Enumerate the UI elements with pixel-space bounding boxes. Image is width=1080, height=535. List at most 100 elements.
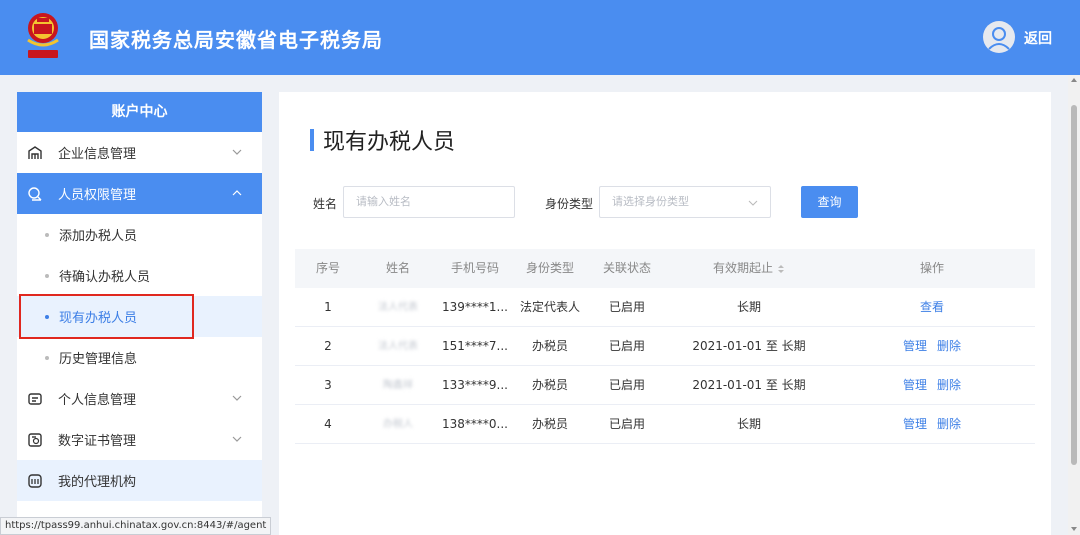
- cell-actions: 查看: [829, 288, 1035, 327]
- main-panel: 现有办税人员 姓名 请输入姓名 身份类型 请选择身份类型 查询 序号 姓名 手机…: [279, 92, 1051, 535]
- cell-index: 4: [324, 417, 332, 431]
- avatar-icon: [988, 27, 1010, 50]
- page-scrollbar[interactable]: [1068, 75, 1080, 535]
- delete-link[interactable]: 删除: [937, 339, 961, 353]
- cell-name: 陶鑫祥: [383, 380, 413, 391]
- building-icon: [26, 144, 44, 162]
- staff-table: 序号 姓名 手机号码 身份类型 关联状态 有效期起止 操作 1 法人代表 139…: [295, 249, 1035, 444]
- top-header: 国家税务总局安徽省电子税务局 返回: [0, 0, 1080, 75]
- view-link[interactable]: 查看: [920, 300, 944, 314]
- manage-link[interactable]: 管理: [903, 339, 927, 353]
- scroll-down-arrow-icon[interactable]: [1071, 527, 1077, 531]
- header-status: 关联状态: [602, 261, 651, 275]
- bullet-dot: [45, 355, 49, 360]
- cell-actions: 管理 删除: [829, 405, 1035, 444]
- menu-label: 我的代理机构: [58, 475, 137, 490]
- menu-enterprise-info[interactable]: 企业信息管理: [17, 132, 262, 173]
- header-identity: 身份类型: [525, 261, 574, 275]
- query-button[interactable]: 查询: [801, 186, 858, 218]
- manage-link[interactable]: 管理: [903, 378, 927, 392]
- menu-label: 人员权限管理: [58, 188, 137, 203]
- header-name: 姓名: [385, 261, 410, 275]
- highlight-box: [19, 294, 194, 339]
- menu-digital-cert[interactable]: 数字证书管理: [17, 419, 262, 460]
- cell-phone: 151****7...: [442, 339, 508, 353]
- delete-link[interactable]: 删除: [937, 417, 961, 431]
- submenu-history[interactable]: 历史管理信息: [17, 337, 262, 378]
- chevron-down-icon: [748, 200, 758, 206]
- manage-link[interactable]: 管理: [903, 417, 927, 431]
- submenu-label: 添加办税人员: [59, 229, 138, 244]
- cell-phone: 139****1...: [442, 300, 508, 314]
- submenu-pending-staff[interactable]: 待确认办税人员: [17, 255, 262, 296]
- menu-label: 个人信息管理: [58, 393, 137, 408]
- status-bar-url: https://tpass99.anhui.chinatax.gov.cn:84…: [0, 517, 272, 535]
- back-link[interactable]: 返回: [1024, 28, 1052, 48]
- cell-status: 已启用: [608, 339, 645, 353]
- cell-status: 已启用: [608, 300, 645, 314]
- cell-name: 法人代表: [378, 302, 418, 313]
- cell-identity: 法定代表人: [519, 300, 580, 314]
- cell-phone: 133****9...: [442, 378, 508, 392]
- chevron-down-icon: [232, 436, 242, 442]
- cell-index: 2: [324, 339, 332, 353]
- submenu-label: 待确认办税人员: [59, 270, 151, 285]
- identity-select[interactable]: 请选择身份类型: [599, 186, 771, 218]
- menu-staff-permissions[interactable]: 人员权限管理: [17, 173, 262, 214]
- header-validity[interactable]: 有效期起止: [669, 249, 829, 288]
- header-validity-label: 有效期起止: [712, 261, 773, 275]
- page-title: 现有办税人员: [310, 126, 456, 155]
- sidebar-title: 账户中心: [17, 92, 262, 132]
- cell-name: 办税人: [383, 419, 413, 430]
- cell-validity: 长期: [736, 300, 761, 314]
- bullet-dot: [45, 273, 49, 278]
- header-actions: 操作: [919, 261, 944, 275]
- cell-status: 已启用: [608, 417, 645, 431]
- cell-identity: 办税员: [531, 378, 568, 392]
- submenu-label: 历史管理信息: [59, 352, 138, 367]
- tax-emblem-logo: [27, 13, 59, 58]
- cell-status: 已启用: [608, 378, 645, 392]
- page-title-text: 现有办税人员: [323, 130, 456, 155]
- user-lock-icon: [26, 185, 44, 203]
- submenu-add-staff[interactable]: 添加办税人员: [17, 214, 262, 255]
- site-title: 国家税务总局安徽省电子税务局: [89, 28, 383, 52]
- name-label: 姓名: [313, 197, 338, 211]
- name-input[interactable]: 请输入姓名: [343, 186, 515, 218]
- sort-icon[interactable]: [777, 264, 785, 274]
- menu-label: 数字证书管理: [58, 434, 137, 449]
- header-phone: 手机号码: [450, 261, 499, 275]
- id-card-icon: [26, 390, 44, 408]
- cell-actions: 管理 删除: [829, 366, 1035, 405]
- cell-actions: 管理 删除: [829, 327, 1035, 366]
- table-row: 3 陶鑫祥 133****9... 办税员 已启用 2021-01-01 至 长…: [295, 366, 1035, 405]
- chevron-up-icon: [232, 190, 242, 196]
- certificate-icon: [26, 431, 44, 449]
- identity-select-placeholder: 请选择身份类型: [612, 195, 689, 208]
- cell-phone: 138****0...: [442, 417, 508, 431]
- cell-identity: 办税员: [531, 417, 568, 431]
- cell-name: 法人代表: [378, 341, 418, 352]
- cell-validity: 2021-01-01 至 长期: [692, 339, 806, 353]
- cell-validity: 2021-01-01 至 长期: [692, 378, 806, 392]
- agency-icon: [26, 472, 44, 490]
- menu-label: 企业信息管理: [58, 147, 137, 162]
- delete-link[interactable]: 删除: [937, 378, 961, 392]
- bullet-dot: [45, 232, 49, 237]
- scroll-thumb[interactable]: [1071, 105, 1077, 465]
- scroll-up-arrow-icon[interactable]: [1071, 78, 1077, 82]
- table-row: 1 法人代表 139****1... 法定代表人 已启用 长期 查看: [295, 288, 1035, 327]
- table-header: 序号 姓名 手机号码 身份类型 关联状态 有效期起止 操作: [295, 249, 1035, 288]
- title-accent-bar: [310, 129, 314, 151]
- cell-identity: 办税员: [531, 339, 568, 353]
- chevron-down-icon: [232, 395, 242, 401]
- header-index: 序号: [315, 261, 340, 275]
- identity-label: 身份类型: [545, 197, 594, 211]
- user-avatar[interactable]: [983, 21, 1015, 53]
- chevron-down-icon: [232, 149, 242, 155]
- cell-index: 3: [324, 378, 332, 392]
- cell-validity: 长期: [736, 417, 761, 431]
- menu-personal-info[interactable]: 个人信息管理: [17, 378, 262, 419]
- cell-index: 1: [324, 300, 332, 314]
- menu-my-agency[interactable]: 我的代理机构: [17, 460, 262, 501]
